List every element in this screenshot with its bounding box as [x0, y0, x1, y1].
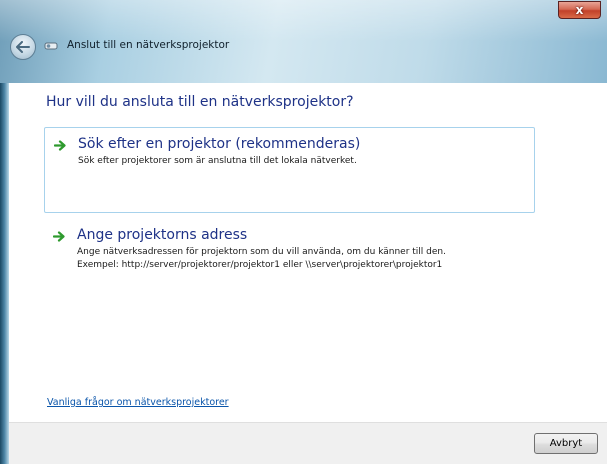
cancel-button[interactable]: Avbryt: [534, 433, 598, 454]
help-link[interactable]: Vanliga frågor om nätverksprojektorer: [47, 397, 229, 408]
dialog-footer: Avbryt: [9, 422, 607, 464]
back-button[interactable]: [10, 34, 36, 60]
option-example: Exempel: http://server/projektorer/proje…: [77, 260, 443, 270]
page-heading: Hur vill du ansluta till en nätverksproj…: [46, 94, 354, 110]
option-description: Sök efter projektorer som är anslutna ti…: [78, 156, 357, 166]
option-title: Ange projektorns adress: [77, 227, 248, 243]
option-enter-address[interactable]: Ange projektorns adress Ange nätverksadr…: [44, 219, 535, 289]
close-button[interactable]: x: [558, 1, 601, 19]
title-bar: x Anslut till en nätverksprojektor: [0, 0, 607, 83]
green-arrow-icon: [54, 140, 66, 151]
dialog-window: x Anslut till en nätverksprojektor Hur v…: [0, 0, 607, 464]
option-search-projector[interactable]: Sök efter en projektor (rekommenderas) S…: [44, 127, 535, 213]
window-title: Anslut till en nätverksprojektor: [67, 39, 230, 51]
green-arrow-icon: [53, 231, 65, 242]
window-frame-left: [0, 83, 9, 464]
dialog-content: Hur vill du ansluta till en nätverksproj…: [9, 83, 607, 464]
back-arrow-icon: [16, 41, 30, 53]
projector-icon: [44, 42, 58, 50]
option-description: Ange nätverksadressen för projektorn som…: [77, 247, 446, 257]
close-icon: x: [575, 3, 584, 17]
option-title: Sök efter en projektor (rekommenderas): [78, 136, 361, 152]
